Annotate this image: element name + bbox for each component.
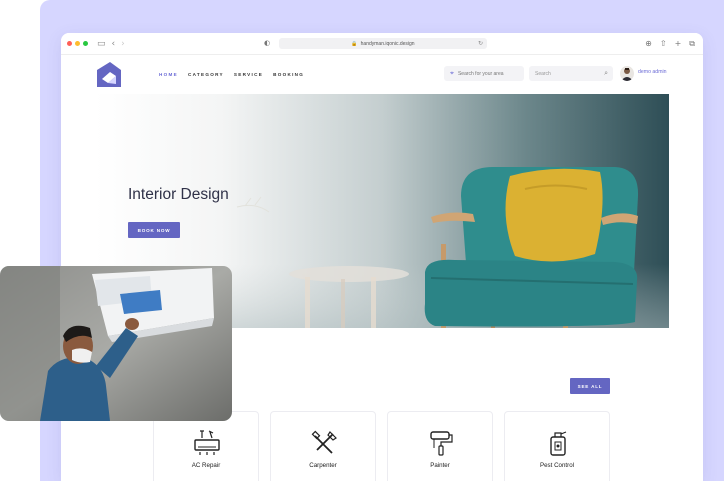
ac-technician-photo xyxy=(0,266,232,421)
technician-image xyxy=(0,266,232,421)
forward-icon[interactable]: › xyxy=(121,39,125,49)
book-now-button[interactable]: BOOK NOW xyxy=(128,222,180,238)
menu-category[interactable]: CATEGORY xyxy=(188,72,224,77)
category-label: AC Repair xyxy=(191,462,221,469)
see-all-button[interactable]: SEE ALL xyxy=(570,378,610,394)
url-text: handyman.iqonic.design xyxy=(360,40,415,47)
location-placeholder: Search for your area xyxy=(457,70,504,77)
carpenter-icon xyxy=(311,430,337,454)
tabs-overview-icon[interactable]: ⧉ xyxy=(689,39,695,49)
category-label: Carpenter xyxy=(309,462,337,469)
painter-icon xyxy=(430,431,453,456)
category-card-painter[interactable]: Painter xyxy=(387,411,493,481)
category-card-ac-repair[interactable]: AC Repair xyxy=(153,411,259,481)
menu-home[interactable]: HOME xyxy=(159,72,178,77)
menu-booking[interactable]: BOOKING xyxy=(273,72,304,77)
zoom-window-button[interactable] xyxy=(83,41,88,46)
close-window-button[interactable] xyxy=(67,41,72,46)
hero-title: Interior Design xyxy=(128,186,229,203)
category-label: Painter xyxy=(430,462,450,469)
search-placeholder: Search xyxy=(535,70,551,77)
reload-icon[interactable]: ↻ xyxy=(478,40,483,47)
category-card-carpenter[interactable]: Carpenter xyxy=(270,411,376,481)
pest-control-icon xyxy=(550,431,567,456)
site-header: HOME CATEGORY SERVICE BOOKING ⌖ Search f… xyxy=(61,55,703,93)
handyman-logo-icon[interactable] xyxy=(96,62,121,87)
category-label: Pest Control xyxy=(539,462,575,469)
location-pin-icon: ⌖ xyxy=(450,69,454,77)
user-name[interactable]: demo admin xyxy=(638,69,667,75)
location-search-input[interactable]: ⌖ Search for your area xyxy=(444,66,524,81)
search-icon[interactable]: ⌕ xyxy=(604,69,608,78)
main-menu: HOME CATEGORY SERVICE BOOKING xyxy=(159,72,304,77)
category-card-pest-control[interactable]: Pest Control xyxy=(504,411,610,481)
browser-toolbar: ▭ ‹ › ◐ 🔒 handyman.iqonic.design ↻ ⊕ ⇧ +… xyxy=(61,33,703,55)
minimize-window-button[interactable] xyxy=(75,41,80,46)
stage: ▭ ‹ › ◐ 🔒 handyman.iqonic.design ↻ ⊕ ⇧ +… xyxy=(0,0,724,481)
privacy-shield-icon[interactable]: ◐ xyxy=(264,39,270,47)
back-icon[interactable]: ‹ xyxy=(112,39,116,49)
lock-icon: 🔒 xyxy=(351,40,358,47)
address-bar[interactable]: 🔒 handyman.iqonic.design ↻ xyxy=(279,38,487,49)
new-tab-icon[interactable]: + xyxy=(675,39,682,49)
share-icon[interactable]: ⇧ xyxy=(660,39,667,49)
search-input[interactable]: Search ⌕ xyxy=(529,66,613,81)
download-icon[interactable]: ⊕ xyxy=(645,39,652,49)
browser-actions: ⊕ ⇧ + ⧉ xyxy=(645,39,695,49)
ac-repair-icon xyxy=(194,430,220,455)
sidebar-icon[interactable]: ▭ xyxy=(97,39,106,49)
menu-service[interactable]: SERVICE xyxy=(234,72,263,77)
avatar[interactable] xyxy=(620,66,634,81)
